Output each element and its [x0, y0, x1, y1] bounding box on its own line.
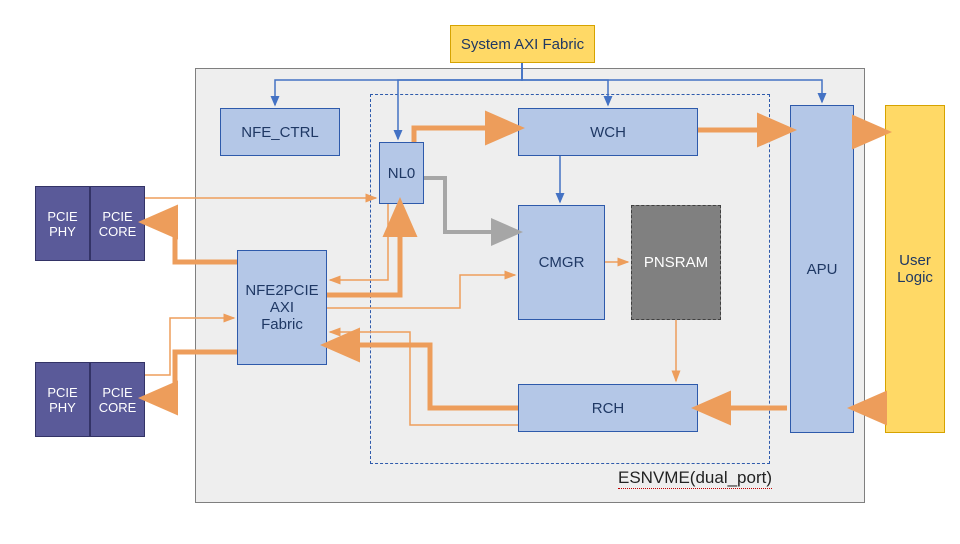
- pcie-phy-0: PCIE PHY: [35, 186, 90, 261]
- diagram-stage: System AXI Fabric NFE_CTRL NL0 WCH CMGR …: [0, 0, 960, 544]
- system-axi-fabric: System AXI Fabric: [450, 25, 595, 63]
- wch-block: WCH: [518, 108, 698, 156]
- pnsram-block: PNSRAM: [631, 205, 721, 320]
- rch-block: RCH: [518, 384, 698, 432]
- pcie-core-0: PCIE CORE: [90, 186, 145, 261]
- cmgr-block: CMGR: [518, 205, 605, 320]
- esnvme-frame-label: ESNVME(dual_port): [618, 468, 772, 489]
- nfe2pcie-block: NFE2PCIE AXI Fabric: [237, 250, 327, 365]
- nfe-ctrl-block: NFE_CTRL: [220, 108, 340, 156]
- pcie-core-1: PCIE CORE: [90, 362, 145, 437]
- user-logic-block: User Logic: [885, 105, 945, 433]
- apu-block: APU: [790, 105, 854, 433]
- pcie-phy-1: PCIE PHY: [35, 362, 90, 437]
- nl0-block: NL0: [379, 142, 424, 204]
